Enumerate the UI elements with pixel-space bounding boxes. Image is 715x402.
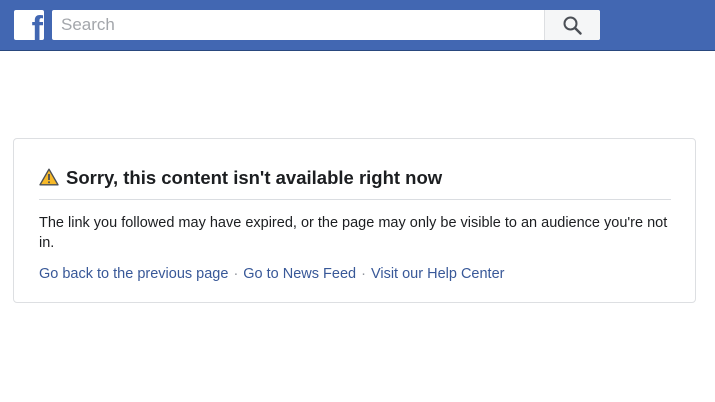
- error-message: The link you followed may have expired, …: [39, 215, 668, 251]
- error-title: Sorry, this content isn't available righ…: [66, 167, 443, 188]
- content-unavailable-card: Sorry, this content isn't available righ…: [13, 138, 696, 303]
- card-header: Sorry, this content isn't available righ…: [39, 165, 671, 200]
- facebook-logo-letter: f: [31, 10, 43, 40]
- facebook-logo[interactable]: f: [14, 10, 44, 40]
- help-center-link[interactable]: Visit our Help Center: [371, 266, 505, 282]
- search-button[interactable]: [544, 10, 600, 40]
- recovery-links: Go back to the previous page · Go to News …: [39, 264, 504, 284]
- news-feed-link[interactable]: Go to News Feed: [243, 266, 356, 282]
- top-navigation-bar: f: [0, 0, 715, 51]
- search-input[interactable]: [52, 10, 542, 40]
- link-separator: ·: [361, 266, 366, 282]
- link-separator: ·: [233, 266, 239, 282]
- warning-triangle-icon: [39, 168, 59, 186]
- search-bar: [52, 10, 600, 40]
- search-icon: [563, 16, 582, 35]
- go-back-link[interactable]: Go back to the previous page: [39, 266, 228, 282]
